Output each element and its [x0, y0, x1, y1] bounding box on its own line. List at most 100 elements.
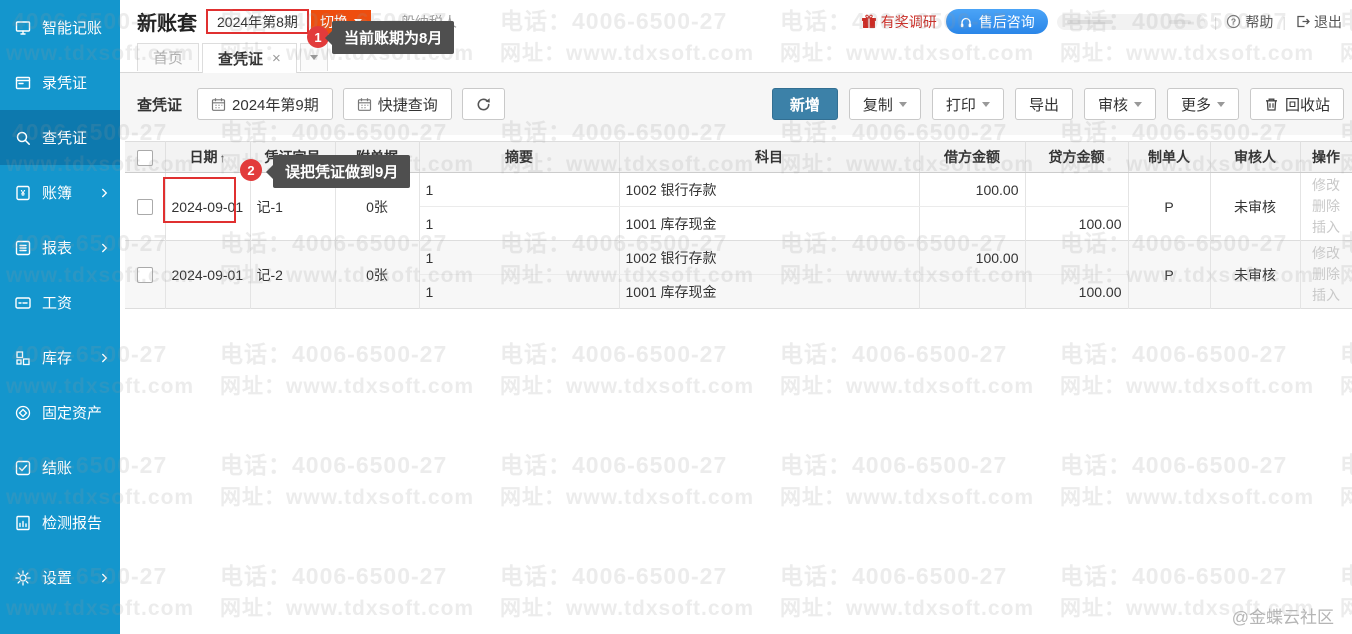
chevron-right-icon [98, 571, 111, 584]
logout-icon [1295, 14, 1310, 29]
trash-icon [1264, 97, 1279, 112]
support-button[interactable]: 售后咨询 [946, 9, 1048, 34]
sidebar-item-label: 库存 [42, 347, 72, 368]
modify-link[interactable]: 修改 [1307, 175, 1346, 196]
audit-status: 未审核 [1210, 241, 1300, 309]
voucher-date: 2024-09-01 [165, 173, 250, 241]
help-icon: ? [1226, 14, 1241, 29]
column-header-maker[interactable]: 制单人 [1128, 142, 1210, 173]
salary-icon [13, 293, 33, 313]
insert-link[interactable]: 插入 [1307, 217, 1346, 238]
column-header-debit[interactable]: 借方金额 [919, 142, 1025, 173]
topbar: 新账套 2024年第8期 切换 一般纳税人 有奖调研 [120, 0, 1352, 43]
user-info-redacted [1057, 14, 1205, 30]
closing-icon [13, 458, 33, 478]
column-header-account[interactable]: 科目 [619, 142, 919, 173]
smart-accounting-icon [13, 18, 33, 38]
topbar-right: 有奖调研 售后咨询 | ? 帮助 | [861, 0, 1342, 43]
sidebar-item-label: 录凭证 [42, 72, 87, 93]
logout-link[interactable]: 退出 [1295, 12, 1342, 32]
sidebar-item-label: 账簿 [42, 182, 72, 203]
sidebar-item-label: 结账 [42, 457, 72, 478]
chevron-down-icon [1134, 102, 1142, 107]
sort-ascending-icon: ↑ [220, 151, 226, 165]
sidebar-item-smart[interactable]: 智能记账 [0, 0, 120, 55]
sidebar-item-label: 查凭证 [42, 127, 87, 148]
tab-voucher-search[interactable]: 查凭证 × [202, 43, 297, 73]
voucher-entry-icon [13, 73, 33, 93]
voucher-search-icon [13, 128, 33, 148]
insert-link[interactable]: 插入 [1307, 285, 1346, 306]
debit-cell [919, 207, 1025, 241]
tab-home[interactable]: 首页 [137, 43, 199, 71]
sidebar: 智能记账录凭证查凭证 ¥ 账簿报表工资库存固定资产结账检测报告设置 [0, 0, 120, 634]
maker-cell: P [1128, 241, 1210, 309]
column-header-auditor[interactable]: 审核人 [1210, 142, 1300, 173]
credit-cell: 100.00 [1025, 275, 1128, 309]
headset-icon [959, 15, 973, 29]
account-cell: 1001 库存现金 [619, 275, 919, 309]
annotation-tooltip-2: 误把凭证做到9月 [273, 155, 410, 188]
sidebar-item-label: 智能记账 [42, 17, 102, 38]
divider: | [1214, 14, 1218, 30]
voucher-row: 2024-09-01 记-2 0张 1 1002 银行存款 100.00 P 未… [125, 241, 1352, 309]
chevron-down-icon [982, 102, 990, 107]
select-all-checkbox[interactable] [137, 150, 153, 166]
quick-search-button[interactable]: 快捷查询 [343, 88, 452, 120]
export-button[interactable]: 导出 [1015, 88, 1073, 120]
calendar-icon [211, 97, 226, 112]
toolbar-actions: 新增 复制 打印 导出 审核 更多 [772, 88, 1344, 120]
debit-cell [919, 275, 1025, 309]
sidebar-item-entry[interactable]: 录凭证 [0, 55, 120, 110]
svg-text:¥: ¥ [21, 188, 26, 197]
modify-link[interactable]: 修改 [1307, 243, 1346, 264]
more-button[interactable]: 更多 [1167, 88, 1239, 120]
column-header-date[interactable]: 日期↑ [165, 142, 250, 173]
column-header-summary[interactable]: 摘要 [419, 142, 619, 173]
sidebar-item-books[interactable]: ¥ 账簿 [0, 165, 120, 220]
current-period-label: 2024年第8期 [217, 12, 298, 32]
sidebar-item-settings[interactable]: 设置 [0, 550, 120, 605]
column-header-credit[interactable]: 贷方金额 [1025, 142, 1128, 173]
sidebar-item-check[interactable]: 检测报告 [0, 495, 120, 550]
sidebar-item-inventory[interactable]: 库存 [0, 330, 120, 385]
current-period-box[interactable]: 2024年第8期 [206, 9, 309, 34]
sidebar-item-assets[interactable]: 固定资产 [0, 385, 120, 440]
row-checkbox[interactable] [137, 267, 153, 283]
chevron-right-icon [98, 241, 111, 254]
delete-link[interactable]: 删除 [1307, 196, 1346, 217]
chevron-right-icon [98, 351, 111, 364]
credit-cell [1025, 173, 1128, 207]
survey-link[interactable]: 有奖调研 [861, 12, 937, 32]
inventory-icon [13, 348, 33, 368]
print-button[interactable]: 打印 [932, 88, 1004, 120]
voucher-no: 记-2 [250, 241, 335, 309]
column-header-actions: 操作 [1300, 142, 1352, 173]
recycle-bin-button[interactable]: 回收站 [1250, 88, 1344, 120]
refresh-button[interactable] [462, 88, 505, 120]
sidebar-item-label: 设置 [42, 567, 72, 588]
summary-cell: 1 [419, 275, 619, 309]
tab-bar: 首页 查凭证 × [120, 43, 1352, 73]
delete-link[interactable]: 删除 [1307, 264, 1346, 285]
period-select-button[interactable]: 2024年第9期 [197, 88, 333, 120]
audit-button[interactable]: 审核 [1084, 88, 1156, 120]
sidebar-item-label: 检测报告 [42, 512, 102, 533]
sidebar-item-closing[interactable]: 结账 [0, 440, 120, 495]
close-tab-icon[interactable]: × [272, 51, 281, 66]
sidebar-item-reports[interactable]: 报表 [0, 220, 120, 275]
help-link[interactable]: ? 帮助 [1226, 12, 1273, 32]
fixed-assets-icon [13, 403, 33, 423]
row-checkbox[interactable] [137, 199, 153, 215]
annotation-tooltip-1: 当前账期为8月 [332, 21, 454, 54]
voucher-date: 2024-09-01 [165, 241, 250, 309]
audit-status: 未审核 [1210, 173, 1300, 241]
annotation-step-2: 2 [240, 159, 262, 181]
sidebar-item-label: 工资 [42, 292, 72, 313]
gift-icon [861, 14, 877, 30]
sidebar-item-salary[interactable]: 工资 [0, 275, 120, 330]
sidebar-item-search[interactable]: 查凭证 [0, 110, 120, 165]
summary-cell: 1 [419, 173, 619, 207]
copy-button[interactable]: 复制 [849, 88, 921, 120]
add-voucher-button[interactable]: 新增 [772, 88, 838, 120]
